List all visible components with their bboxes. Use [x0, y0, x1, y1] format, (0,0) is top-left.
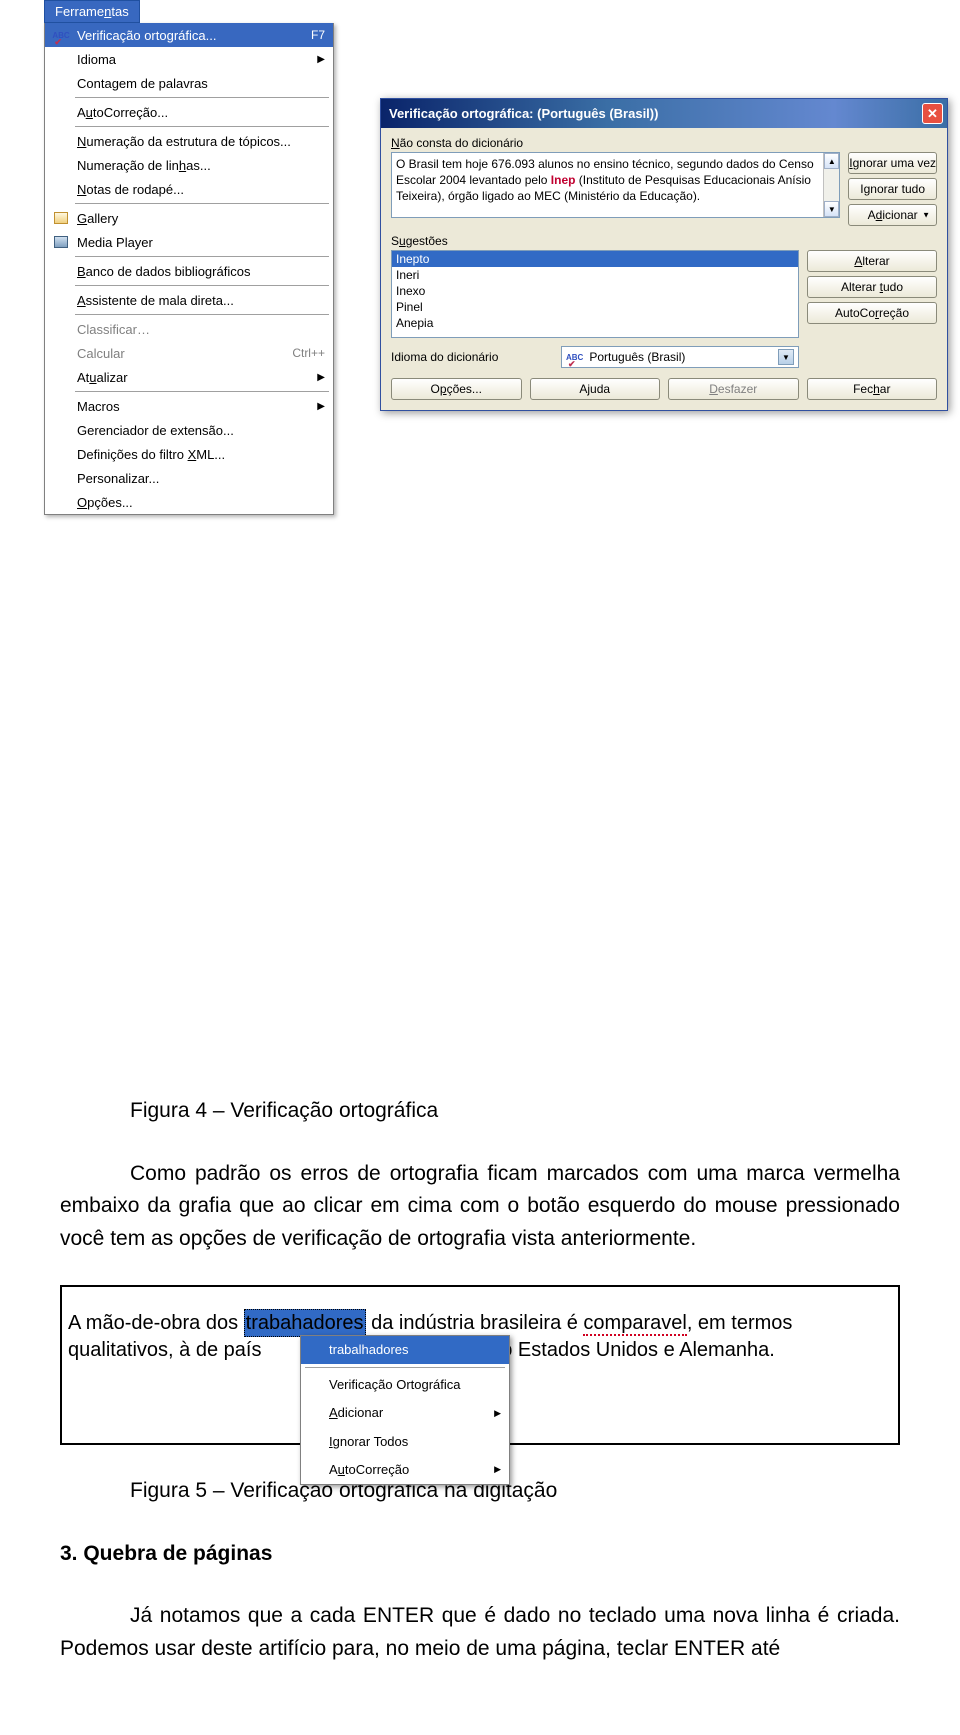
misspelled-word-2: comparavel [583, 1312, 686, 1336]
gallery-icon [54, 212, 68, 224]
abc-check-icon: ABC [566, 353, 583, 362]
suggestion-item[interactable]: Inepto [392, 251, 798, 267]
scroll-down-icon[interactable]: ▼ [824, 201, 839, 217]
chevron-down-icon: ▼ [922, 211, 930, 220]
menu-shortcut: F7 [311, 28, 325, 42]
suggestion-item[interactable]: Anepia [392, 315, 798, 331]
menu-item[interactable]: Atualizar▶ [45, 365, 333, 389]
menu-ferramentas[interactable]: Ferramentas [44, 0, 140, 23]
suggestions-listbox[interactable]: IneptoIneriInexoPinelAnepia [391, 250, 799, 338]
chevron-right-icon: ▶ [317, 372, 325, 383]
paragraph-1: Como padrão os erros de ortografia ficam… [60, 1158, 900, 1256]
language-value: Português (Brasil) [589, 350, 685, 364]
vertical-scrollbar[interactable]: ▲ ▼ [823, 153, 839, 217]
desfazer-button[interactable]: Desfazer [668, 378, 799, 400]
menu-item-label: Numeração de linhas... [77, 158, 325, 173]
menu-item[interactable]: Macros▶ [45, 394, 333, 418]
label-sugestoes: Sugestões [391, 234, 937, 248]
menu-item-label: Definições do filtro XML... [77, 447, 325, 462]
autocorrecao-button[interactable]: AutoCorreção [807, 302, 937, 324]
menu-item-label: Numeração da estrutura de tópicos... [77, 134, 325, 149]
menu-item-label: Verificação ortográfica... [77, 28, 301, 43]
menu-item-label: Gallery [77, 211, 325, 226]
opcoes-button[interactable]: Opções... [391, 378, 522, 400]
menu-title-post: tas [111, 4, 128, 19]
menu-item[interactable]: Assistente de mala direta... [45, 288, 333, 312]
label-nao-consta: Não consta do dicionário [391, 136, 937, 150]
suggestion-item[interactable]: Inexo [392, 283, 798, 299]
menu-item[interactable]: Numeração da estrutura de tópicos... [45, 129, 333, 153]
dialog-titlebar: Verificação ortográfica: (Português (Bra… [381, 99, 947, 128]
menu-item[interactable]: ABC Verificação ortográfica... F7 [45, 23, 333, 47]
ctx-item[interactable]: Verificação Ortográfica [301, 1371, 509, 1399]
menu-item-label: Atualizar [77, 370, 317, 385]
ctx-item[interactable]: AutoCorreção▶ [301, 1456, 509, 1484]
tools-dropdown: ABCVerificação ortográfica...F7Idioma▶Co… [44, 23, 334, 515]
fechar-button[interactable]: Fechar [807, 378, 938, 400]
figure4-caption: Figura 4 – Verificação ortográfica [130, 1095, 900, 1128]
ajuda-button[interactable]: Ajuda [530, 378, 661, 400]
spell-context-menu: trabalhadores Verificação OrtográficaAdi… [300, 1335, 510, 1485]
alterar-button[interactable]: Alterar [807, 250, 937, 272]
menu-item[interactable]: Idioma▶ [45, 47, 333, 71]
menu-item[interactable]: Gallery [45, 206, 333, 230]
ctx-suggestion[interactable]: trabalhadores [301, 1336, 509, 1364]
menu-item-label: AutoCorreção... [77, 105, 325, 120]
menu-item-label: Classificar… [77, 322, 325, 337]
menu-item-label: Idioma [77, 52, 317, 67]
spell-context-sample: A mão-de-obra dos trabahadores da indúst… [60, 1285, 900, 1445]
suggestion-item[interactable]: Pinel [392, 299, 798, 315]
ctx-item[interactable]: Ignorar Todos [301, 1428, 509, 1456]
section-heading: 3. Quebra de páginas [60, 1538, 900, 1571]
suggestion-item[interactable]: Ineri [392, 267, 798, 283]
menu-item[interactable]: Personalizar... [45, 466, 333, 490]
chevron-right-icon: ▶ [317, 401, 325, 412]
figure5-caption: Figura 5 – Verificação ortográfica na di… [130, 1475, 900, 1508]
menu-item[interactable]: Opções... [45, 490, 333, 514]
scroll-up-icon[interactable]: ▲ [824, 153, 839, 169]
ignorar-tudo-button[interactable]: Ignorar tudo [848, 178, 937, 200]
media-icon [54, 236, 68, 248]
close-icon[interactable]: ✕ [922, 103, 943, 124]
menu-item[interactable]: Numeração de linhas... [45, 153, 333, 177]
menu-shortcut: Ctrl++ [292, 346, 325, 360]
chevron-right-icon: ▶ [317, 54, 325, 65]
adicionar-button[interactable]: Adicionar▼ [848, 204, 937, 226]
menu-item: Calcular Ctrl++ [45, 341, 333, 365]
menu-item-label: Banco de dados bibliográficos [77, 264, 325, 279]
menu-item-label: Macros [77, 399, 317, 414]
menu-item-label: Assistente de mala direta... [77, 293, 325, 308]
menu-item-label: Gerenciador de extensão... [77, 423, 325, 438]
chevron-right-icon: ▶ [494, 1463, 501, 1477]
selected-misspelled-word[interactable]: trabahadores [244, 1309, 366, 1337]
spellcheck-dialog: Verificação ortográfica: (Português (Bra… [380, 98, 948, 411]
menu-item[interactable]: Notas de rodapé... [45, 177, 333, 201]
menu-item[interactable]: Contagem de palavras [45, 71, 333, 95]
menu-item-label: Personalizar... [77, 471, 325, 486]
menu-item[interactable]: Definições do filtro XML... [45, 442, 333, 466]
ctx-item[interactable]: Adicionar▶ [301, 1399, 509, 1427]
chevron-down-icon[interactable]: ▼ [778, 349, 794, 365]
abc-check-icon: ABC [52, 31, 69, 40]
menu-item-label: Calcular [77, 346, 282, 361]
menu-item-label: Media Player [77, 235, 325, 250]
menu-item[interactable]: Banco de dados bibliográficos [45, 259, 333, 283]
dialog-title: Verificação ortográfica: (Português (Bra… [389, 106, 658, 121]
menu-item: Classificar… [45, 317, 333, 341]
label-idioma: Idioma do dicionário [391, 350, 553, 364]
menu-item-label: Contagem de palavras [77, 76, 325, 91]
ignorar-uma-button[interactable]: Ignorar uma vez [848, 152, 937, 174]
menu-title-pre: Ferrame [55, 4, 104, 19]
menu-item[interactable]: AutoCorreção... [45, 100, 333, 124]
menu-item-label: Opções... [77, 495, 325, 510]
menu-item[interactable]: Gerenciador de extensão... [45, 418, 333, 442]
misspelled-word: Inep [551, 173, 576, 187]
paragraph-last: Já notamos que a cada ENTER que é dado n… [60, 1600, 900, 1665]
menu-item[interactable]: Media Player [45, 230, 333, 254]
error-textbox[interactable]: O Brasil tem hoje 676.093 alunos no ensi… [391, 152, 840, 218]
chevron-right-icon: ▶ [494, 1407, 501, 1421]
language-select[interactable]: ABC Português (Brasil) ▼ [561, 346, 799, 368]
alterar-tudo-button[interactable]: Alterar tudo [807, 276, 937, 298]
menu-item-label: Notas de rodapé... [77, 182, 325, 197]
